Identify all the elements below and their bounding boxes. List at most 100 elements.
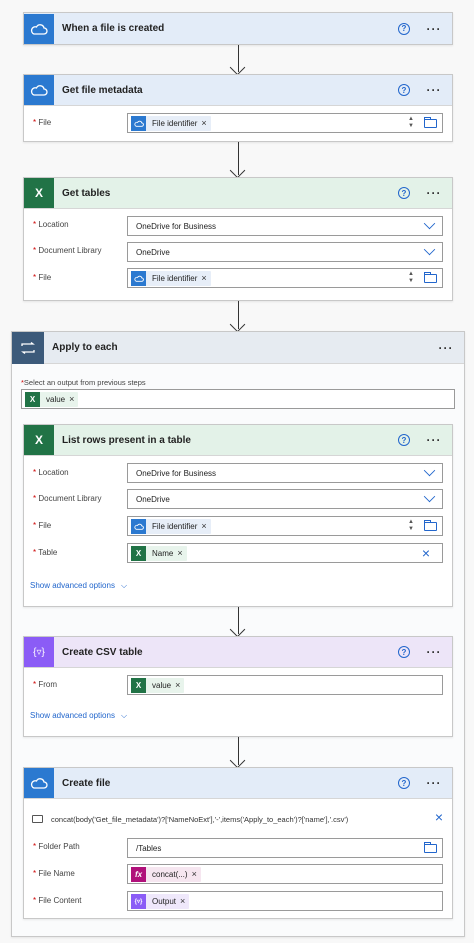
concat-expression-token[interactable]: fx concat(...) × [131,866,201,882]
spinner-arrows-icon[interactable]: ▲ ▼ [408,271,414,285]
remove-token-icon[interactable]: × [69,394,78,404]
document-library-dropdown[interactable]: OneDrive [127,489,443,509]
file-label: * File [33,273,52,282]
chevron-down-icon[interactable] [423,464,436,477]
from-field[interactable]: X value × [127,675,443,695]
spinner-arrows-icon[interactable]: ▲ ▼ [408,116,414,130]
list-rows-header[interactable]: X List rows present in a table ? ··· [24,425,452,456]
more-options-button[interactable]: ··· [424,83,444,97]
file-identifier-token[interactable]: File identifier × [131,518,211,534]
document-library-label: * Document Library [33,494,102,503]
document-library-dropdown[interactable]: OneDrive [127,242,443,262]
close-icon[interactable]: × [435,809,443,825]
apply-header[interactable]: Apply to each ··· [12,331,464,364]
file-content-label: * File Content [33,896,82,905]
value-token[interactable]: X value × [131,677,185,693]
step-title: Apply to each [52,342,118,353]
connector-arrow [238,45,239,72]
help-icon[interactable]: ? [398,22,410,35]
list-rows-card: X List rows present in a table ? ··· * L… [23,424,453,607]
location-dropdown[interactable]: OneDrive for Business [127,216,443,236]
more-options-button[interactable]: ··· [424,22,444,36]
clear-field-icon[interactable]: × [422,545,430,561]
onedrive-icon [24,768,54,798]
tables-header[interactable]: X Get tables ? ··· [24,178,452,209]
trigger-card: When a file is created ? ··· [23,12,453,45]
comment-icon [32,815,43,823]
more-options-button[interactable]: ··· [436,341,456,355]
file-label: * File [33,118,52,127]
more-options-button[interactable]: ··· [424,645,444,659]
select-output-label: *Select an output from previous steps [21,378,146,387]
create-file-header[interactable]: Create file ? ··· [24,768,452,799]
remove-token-icon[interactable]: × [192,869,201,879]
chevron-down-icon: ⌵ [120,581,128,590]
folder-picker-icon[interactable] [424,842,437,853]
chevron-down-icon[interactable] [423,243,436,256]
file-name-label: * File Name [33,869,75,878]
folder-picker-icon[interactable] [424,272,437,283]
output-token[interactable]: {▿} Output × [131,893,190,909]
file-content-field[interactable]: {▿} Output × [127,891,443,911]
get-tables-card: X Get tables ? ··· * Location OneDrive f… [23,177,453,301]
file-identifier-token[interactable]: File identifier × [131,270,211,286]
chevron-down-icon[interactable] [423,217,436,230]
more-options-button[interactable]: ··· [424,186,444,200]
show-advanced-options-link[interactable]: Show advanced options ⌵ [30,711,127,721]
more-options-button[interactable]: ··· [424,776,444,790]
remove-token-icon[interactable]: × [201,521,210,531]
data-operation-icon: {▿} [131,893,146,909]
folder-path-label: * Folder Path [33,842,80,851]
folder-picker-icon[interactable] [424,117,437,128]
help-icon[interactable]: ? [398,434,410,446]
loop-icon [12,331,44,364]
step-title: Get file metadata [62,84,143,96]
chevron-down-icon[interactable] [423,490,436,503]
remove-token-icon[interactable]: × [201,273,210,283]
spinner-arrows-icon[interactable]: ▲ ▼ [408,519,414,533]
step-title: When a file is created [62,23,165,34]
show-advanced-options-link[interactable]: Show advanced options ⌵ [30,581,127,591]
select-output-field[interactable]: X value × [21,389,455,409]
create-csv-table-card: {▿} Create CSV table ? ··· * From X valu… [23,636,453,737]
value-token[interactable]: X value × [25,391,79,407]
step-title: List rows present in a table [62,434,191,446]
name-token[interactable]: X Name × [131,545,187,561]
onedrive-icon [131,518,146,534]
connector-arrow [238,142,239,175]
help-icon[interactable]: ? [398,777,410,789]
help-icon[interactable]: ? [398,84,410,96]
remove-token-icon[interactable]: × [175,680,184,690]
folder-picker-icon[interactable] [424,520,437,531]
file-identifier-token[interactable]: File identifier × [131,115,211,131]
remove-token-icon[interactable]: × [177,548,186,558]
excel-icon: X [131,677,146,693]
help-icon[interactable]: ? [398,646,410,658]
location-dropdown[interactable]: OneDrive for Business [127,463,443,483]
file-field[interactable]: File identifier × ▲ ▼ [127,268,443,288]
file-label: * File [33,521,52,530]
metadata-header[interactable]: Get file metadata ? ··· [24,75,452,106]
document-library-label: * Document Library [33,246,102,255]
get-file-metadata-card: Get file metadata ? ··· * File File iden… [23,74,453,142]
table-label: * Table [33,548,58,557]
excel-icon: X [131,545,146,561]
file-name-field[interactable]: fx concat(...) × [127,864,443,884]
trigger-header[interactable]: When a file is created ? ··· [24,13,452,44]
table-field[interactable]: X Name × × [127,543,443,563]
excel-icon: X [24,425,54,455]
from-label: * From [33,680,58,689]
file-field[interactable]: File identifier × ▲ ▼ [127,516,443,536]
connector-arrow [238,607,239,634]
location-label: * Location [33,220,69,229]
file-field[interactable]: File identifier × ▲ ▼ [127,113,443,133]
connector-arrow [238,737,239,765]
remove-token-icon[interactable]: × [180,896,189,906]
csv-header[interactable]: {▿} Create CSV table ? ··· [24,637,452,668]
remove-token-icon[interactable]: × [201,118,210,128]
connector-arrow [238,301,239,329]
folder-path-field[interactable]: /Tables [127,838,443,858]
more-options-button[interactable]: ··· [424,433,444,447]
help-icon[interactable]: ? [398,187,410,199]
expression-comment[interactable]: concat(body('Get_file_metadata')?['NameN… [32,809,444,827]
